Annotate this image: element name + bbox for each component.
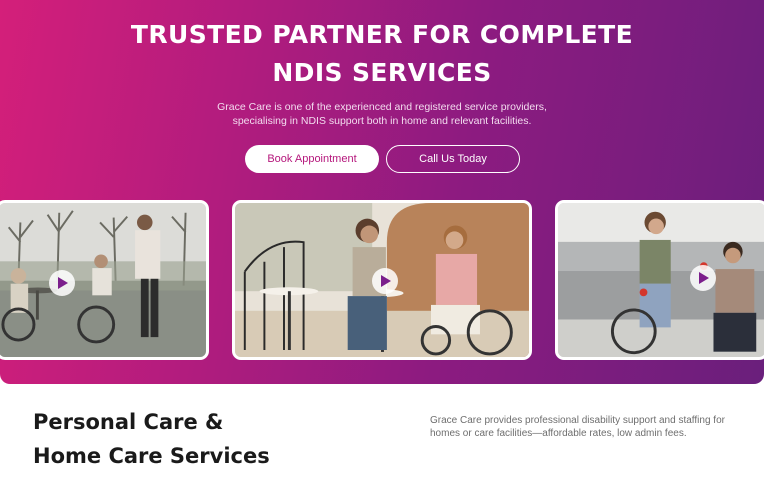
book-appointment-button[interactable]: Book Appointment [245, 145, 379, 173]
video-thumbnail-1 [0, 203, 206, 357]
call-us-button[interactable]: Call Us Today [386, 145, 520, 173]
play-triangle [381, 275, 391, 287]
play-icon[interactable] [49, 270, 75, 296]
hero-subtitle-line-2: specialising in NDIS support both in hom… [232, 115, 532, 127]
play-triangle [58, 277, 68, 289]
hero-title-line-1: TRUSTED PARTNER FOR COMPLETE [130, 20, 634, 49]
hero-subtitle-line-1: Grace Care is one of the experienced and… [217, 101, 547, 113]
services-description-line-1: Grace Care provides professional disabil… [430, 415, 725, 426]
hero-title-line-2: NDIS SERVICES [272, 58, 492, 87]
services-heading-line-2: Home Care Services [33, 444, 270, 468]
play-icon[interactable] [690, 265, 716, 291]
video-card-2[interactable] [232, 200, 532, 360]
hero-banner: TRUSTED PARTNER FOR COMPLETE NDIS SERVIC… [0, 0, 764, 384]
play-triangle [699, 272, 709, 284]
play-icon[interactable] [372, 268, 398, 294]
services-heading-line-1: Personal Care & [33, 410, 224, 434]
services-description-line-2: homes or care facilities—affordable rate… [430, 428, 687, 439]
video-card-3[interactable] [555, 200, 764, 360]
video-card-1[interactable] [0, 200, 209, 360]
video-thumbnail-3 [558, 203, 764, 357]
